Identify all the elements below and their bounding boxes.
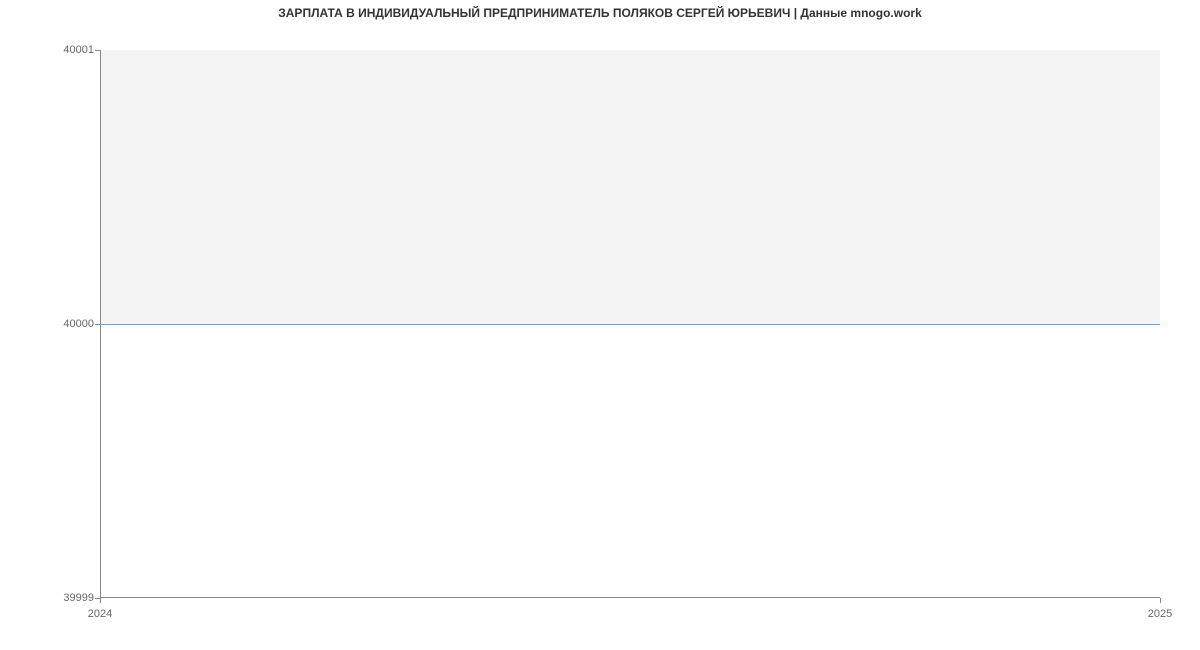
salary-chart: ЗАРПЛАТА В ИНДИВИДУАЛЬНЫЙ ПРЕДПРИНИМАТЕЛ… [0,0,1200,650]
x-tick [100,598,101,603]
x-axis-label: 2025 [1148,608,1172,620]
y-axis-label: 39999 [63,592,94,604]
data-line [101,324,1160,325]
plot-area [100,50,1160,598]
x-axis-label: 2024 [88,608,112,620]
x-tick [1160,598,1161,603]
y-axis-label: 40001 [63,44,94,56]
y-axis-label: 40000 [63,318,94,330]
area-fill [101,50,1160,324]
chart-title: ЗАРПЛАТА В ИНДИВИДУАЛЬНЫЙ ПРЕДПРИНИМАТЕЛ… [0,6,1200,20]
